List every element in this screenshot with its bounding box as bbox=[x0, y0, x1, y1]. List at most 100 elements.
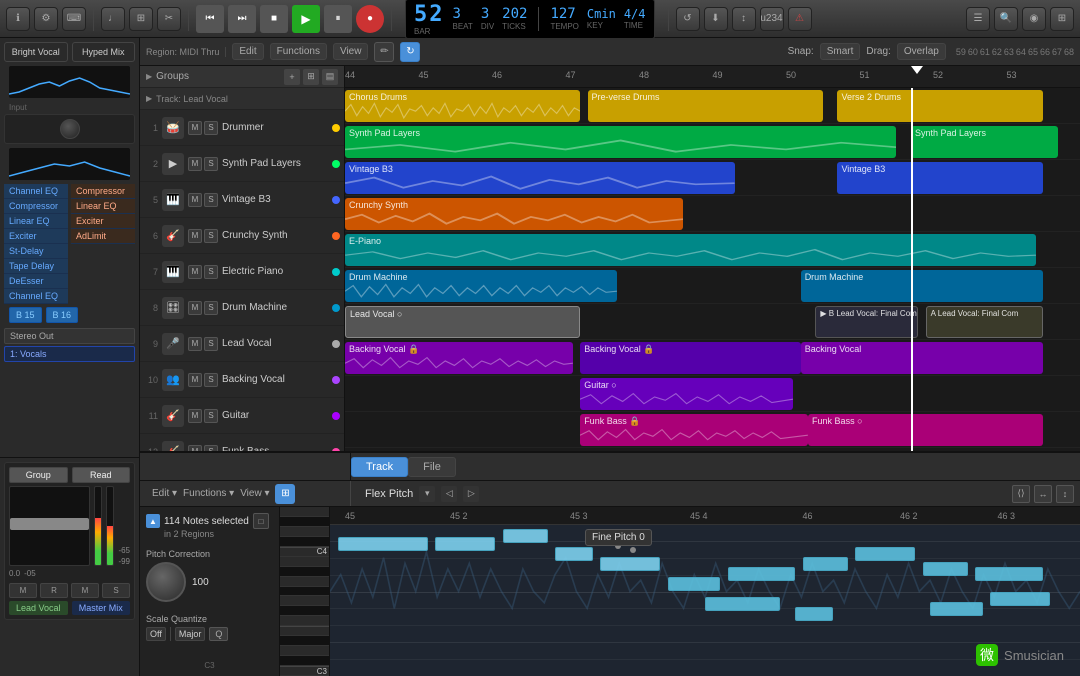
pitch-note-13[interactable] bbox=[795, 607, 833, 621]
clip-epiano[interactable]: E-Piano bbox=[345, 234, 1036, 266]
q-button[interactable]: Q bbox=[209, 627, 228, 641]
tab-track[interactable]: Track bbox=[351, 457, 408, 477]
clip-verse2-drums[interactable]: Verse 2 Drums bbox=[837, 90, 1043, 122]
flex-btn2[interactable]: ▷ bbox=[463, 486, 479, 502]
flex-pitch-canvas[interactable]: Lead Vocal ○ 45 45 2 45 3 45 4 46 46 2 4… bbox=[330, 507, 1080, 676]
piano-key-d4[interactable] bbox=[280, 527, 329, 537]
clip-vintage-b3-2[interactable]: Vintage B3 bbox=[837, 162, 1043, 194]
flex-right-btn2[interactable]: ↔ bbox=[1034, 485, 1052, 503]
edit-menu[interactable]: Edit bbox=[232, 43, 263, 60]
mute-1[interactable]: M bbox=[188, 121, 202, 135]
clip-funk-bass-2[interactable]: Funk Bass ○ bbox=[808, 414, 1043, 446]
send-b15[interactable]: B 15 bbox=[9, 307, 42, 323]
piano-key-gb3[interactable] bbox=[280, 606, 329, 616]
preset1-name[interactable]: Bright Vocal bbox=[4, 42, 68, 62]
clip-funk-bass-1[interactable]: Funk Bass 🔒 bbox=[580, 414, 808, 446]
pitch-note-7[interactable] bbox=[728, 567, 796, 581]
pitch-note-11[interactable] bbox=[975, 567, 1043, 581]
piano-key-f3[interactable] bbox=[280, 616, 329, 626]
record-button[interactable]: ● bbox=[356, 5, 384, 33]
calendar-icon[interactable]: □ bbox=[253, 513, 269, 529]
clip-backing-vocal-2[interactable]: Backing Vocal 🔒 bbox=[580, 342, 801, 374]
search-button[interactable]: 🔍 bbox=[994, 7, 1018, 31]
plugin-compressor2[interactable]: Compressor bbox=[71, 184, 135, 199]
tracks-canvas[interactable]: Chorus Drums Pre-verse Drums Verse 2 Dru… bbox=[345, 88, 1080, 451]
pitch-correction-knob[interactable] bbox=[146, 562, 186, 602]
solo-6[interactable]: S bbox=[204, 229, 218, 243]
mute-bottom2[interactable]: M bbox=[71, 583, 99, 598]
clip-vintage-b3-1[interactable]: Vintage B3 bbox=[345, 162, 735, 194]
piano-key-e3[interactable] bbox=[280, 626, 329, 636]
flex-mode-button[interactable]: ⊞ bbox=[275, 484, 295, 504]
clip-drum-machine-2[interactable]: Drum Machine bbox=[801, 270, 1044, 302]
scale-major-select[interactable]: Major bbox=[175, 627, 206, 641]
clip-synth-pad-2[interactable]: Synth Pad Layers bbox=[911, 126, 1058, 158]
mute-6[interactable]: M bbox=[188, 229, 202, 243]
read-button[interactable]: Read bbox=[72, 467, 131, 483]
mute-2[interactable]: M bbox=[188, 157, 202, 171]
keyboard-button[interactable]: ⌨ bbox=[62, 7, 86, 31]
plugin-channel-eq[interactable]: Channel EQ bbox=[4, 184, 68, 199]
count-in-button[interactable]: ⊞ bbox=[129, 7, 153, 31]
fader-handle[interactable] bbox=[10, 518, 89, 530]
clip-preverse-drums[interactable]: Pre-verse Drums bbox=[588, 90, 823, 122]
library-button[interactable]: ⊞ bbox=[1050, 7, 1074, 31]
piano-key-c4[interactable]: C4 bbox=[280, 547, 329, 557]
loop-button[interactable]: ↻ bbox=[400, 42, 420, 62]
plugin-exciter[interactable]: Exciter bbox=[4, 229, 68, 244]
pitch-note-1[interactable] bbox=[338, 537, 428, 551]
piano-key-b3[interactable] bbox=[280, 557, 329, 567]
replace-button[interactable]: ↕ bbox=[732, 7, 756, 31]
solo-2[interactable]: S bbox=[204, 157, 218, 171]
mute-11[interactable]: M bbox=[188, 409, 202, 423]
piano-key-d3[interactable] bbox=[280, 646, 329, 656]
pitch-note-12[interactable] bbox=[705, 597, 780, 611]
plugin-compressor[interactable]: Compressor bbox=[4, 199, 68, 214]
beat-counter[interactable]: 3 bbox=[453, 6, 473, 22]
plugin-tape-delay[interactable]: Tape Delay bbox=[4, 259, 68, 274]
input-knob[interactable] bbox=[60, 119, 80, 139]
plugin-channel-eq2[interactable]: Channel EQ bbox=[4, 289, 68, 304]
flex-right-btn1[interactable]: ⟨⟩ bbox=[1012, 485, 1030, 503]
piano-key-e4[interactable] bbox=[280, 507, 329, 517]
tempo-display[interactable]: 127 bbox=[550, 6, 578, 22]
scissors-button[interactable]: ✂ bbox=[157, 7, 181, 31]
clip-guitar[interactable]: Guitar ○ bbox=[580, 378, 793, 410]
functions-menu[interactable]: Functions bbox=[270, 43, 327, 60]
mute-10[interactable]: M bbox=[188, 373, 202, 387]
alert-button[interactable]: ⚠ bbox=[788, 7, 812, 31]
pitch-note-10[interactable] bbox=[923, 562, 968, 576]
solo-7[interactable]: S bbox=[204, 265, 218, 279]
record-arm-bottom[interactable]: R bbox=[40, 583, 68, 598]
stop-button[interactable]: ■ bbox=[260, 5, 288, 33]
piano-key-eb3[interactable] bbox=[280, 636, 329, 646]
master-mix-label[interactable]: Master Mix bbox=[72, 601, 131, 615]
ticks-counter[interactable]: 202 bbox=[502, 6, 527, 22]
flex-right-btn3[interactable]: ↕ bbox=[1056, 485, 1074, 503]
metronome-button[interactable]: ♩ bbox=[101, 7, 125, 31]
tab-file[interactable]: File bbox=[408, 457, 456, 477]
scale-off-select[interactable]: Off bbox=[146, 627, 166, 641]
mute-5[interactable]: M bbox=[188, 193, 202, 207]
clip-crunchy-synth[interactable]: Crunchy Synth bbox=[345, 198, 683, 230]
mute-8[interactable]: M bbox=[188, 301, 202, 315]
piano-key-db3[interactable] bbox=[280, 656, 329, 666]
piano-key-a3[interactable] bbox=[280, 577, 329, 587]
pitch-note-6[interactable] bbox=[668, 577, 721, 591]
div-counter[interactable]: 3 bbox=[481, 6, 494, 22]
track-options-button[interactable]: ⊞ bbox=[303, 69, 319, 85]
channel-name-bottom[interactable]: Lead Vocal bbox=[9, 601, 68, 615]
plugin-linear-eq[interactable]: Linear EQ bbox=[4, 214, 68, 229]
pitch-note-2[interactable] bbox=[435, 537, 495, 551]
plugin-st-delay[interactable]: St-Delay bbox=[4, 244, 68, 259]
pitch-note-9[interactable] bbox=[855, 547, 915, 561]
fastforward-button[interactable]: ⏭ bbox=[228, 5, 256, 33]
bar-counter[interactable]: 52 bbox=[414, 2, 445, 27]
pitch-note-15[interactable] bbox=[990, 592, 1050, 606]
solo-9[interactable]: S bbox=[204, 337, 218, 351]
settings-button[interactable]: ⚙ bbox=[34, 7, 58, 31]
pitch-note-4[interactable] bbox=[555, 547, 593, 561]
clip-lead-vocal-3[interactable]: A Lead Vocal: Final Com bbox=[926, 306, 1044, 338]
pitch-note-14[interactable] bbox=[930, 602, 983, 616]
browser-button[interactable]: ◉ bbox=[1022, 7, 1046, 31]
